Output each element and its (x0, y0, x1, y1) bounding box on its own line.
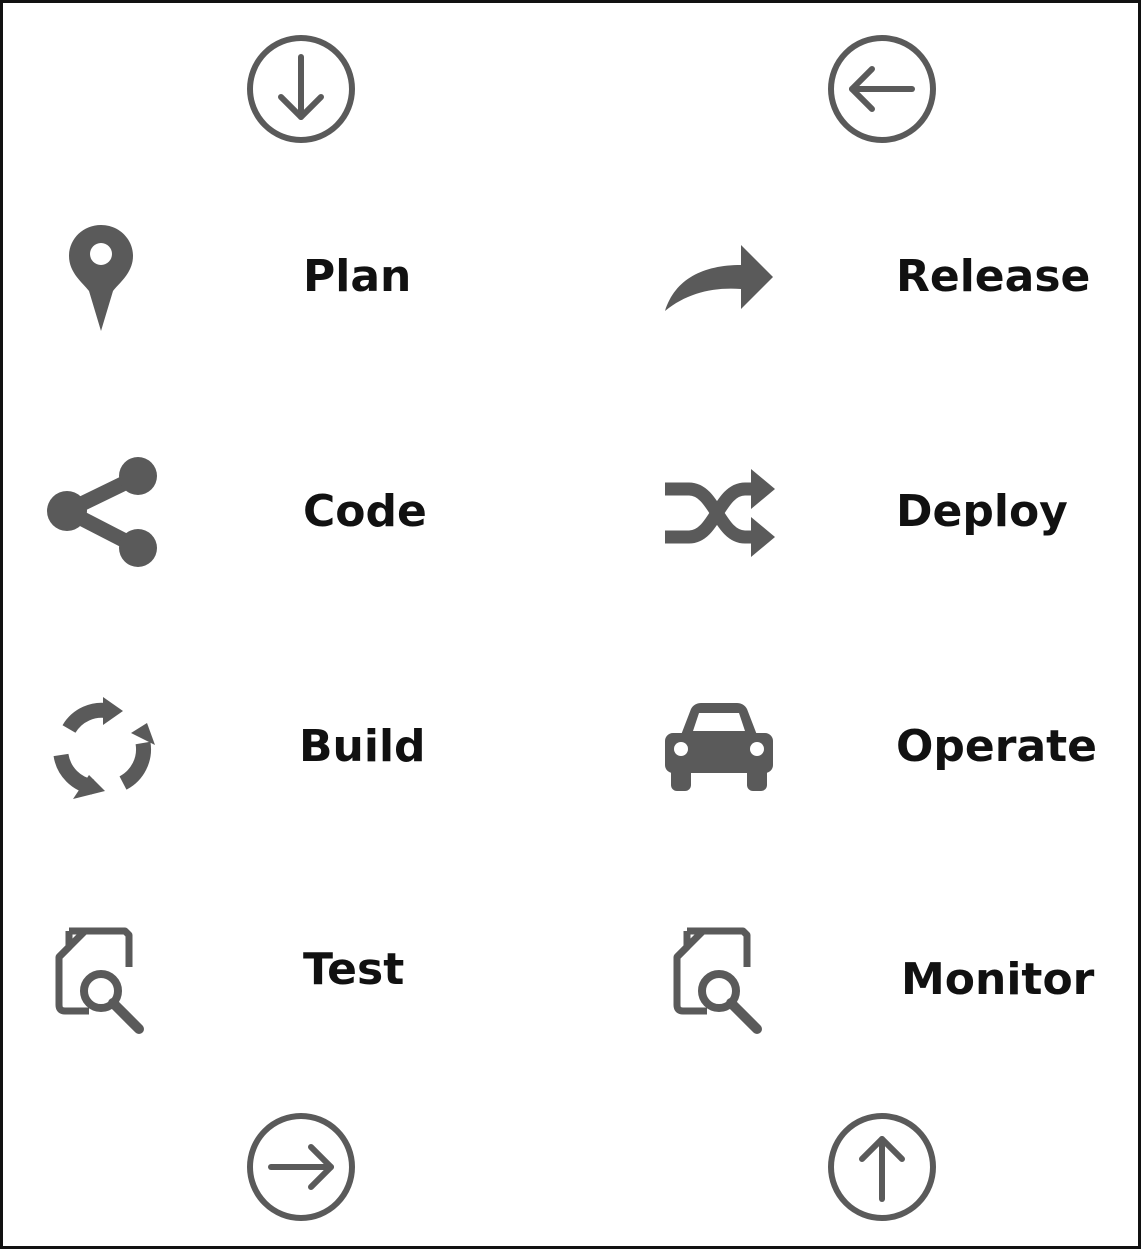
shuffle-icon (663, 465, 775, 561)
arrow-down-circle-icon (245, 33, 357, 145)
arrow-right-circle-icon (245, 1111, 357, 1223)
stage-label-release: Release (896, 251, 1091, 302)
stage-label-deploy: Deploy (896, 486, 1068, 537)
forward-arrow-icon (663, 243, 775, 315)
share-icon (45, 455, 161, 571)
document-search-icon (55, 927, 147, 1037)
car-icon (663, 701, 775, 793)
map-pin-icon (69, 225, 133, 333)
refresh-cycle-icon (43, 691, 163, 807)
devops-cycle-diagram: Plan Code Build Test Release Deploy Oper… (0, 0, 1141, 1249)
stage-label-test: Test (303, 944, 405, 995)
arrow-up-circle-icon (826, 1111, 938, 1223)
stage-label-plan: Plan (303, 251, 412, 302)
stage-label-monitor: Monitor (901, 954, 1095, 1005)
stage-label-operate: Operate (896, 721, 1098, 772)
arrow-left-circle-icon (826, 33, 938, 145)
stage-label-build: Build (299, 721, 426, 772)
document-search-icon (673, 927, 765, 1037)
stage-label-code: Code (303, 486, 427, 537)
